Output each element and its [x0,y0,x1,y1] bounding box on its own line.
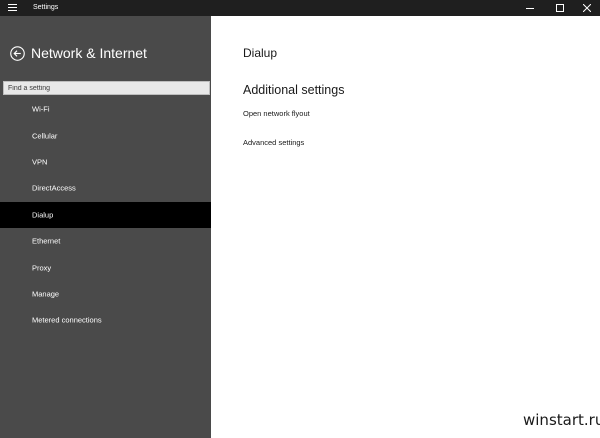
close-button[interactable] [572,0,600,16]
sidebar-item-cellular[interactable]: Cellular [0,122,211,148]
sidebar-item-label: Wi-Fi [32,104,50,114]
section-title: Additional settings [243,83,345,97]
advanced-settings-link[interactable]: Advanced settings [243,138,304,148]
page-title: Dialup [243,46,278,60]
minimize-button[interactable] [515,0,545,16]
sidebar-item-label: Ethernet [32,236,61,246]
sidebar-item-vpn[interactable]: VPN [0,149,211,175]
hamburger-menu-icon[interactable] [8,4,17,12]
sidebar-item-label: Dialup [32,210,54,220]
settings-window: Settings Network & Internet Wi-Fi Cellul… [0,0,600,438]
open-network-flyout-link[interactable]: Open network flyout [243,109,310,119]
close-icon [583,4,591,12]
sidebar-item-label: Proxy [32,263,52,273]
nav-list: Wi-Fi Cellular VPN DirectAccess Dialup E… [0,96,211,334]
sidebar-item-label: DirectAccess [32,183,76,193]
sidebar-item-proxy[interactable]: Proxy [0,254,211,280]
sidebar-item-label: Cellular [32,131,58,141]
sidebar-item-dialup[interactable]: Dialup [0,201,211,228]
main-content: Dialup Additional settings Open network … [211,16,600,438]
sidebar-item-label: Metered connections [32,315,102,325]
sidebar-item-metered-connections[interactable]: Metered connections [0,307,211,333]
sidebar-item-label: Manage [32,289,60,299]
window-title: Settings [33,4,59,11]
back-arrow-icon[interactable] [10,46,25,61]
search-input[interactable] [3,81,210,95]
sidebar-item-manage[interactable]: Manage [0,281,211,307]
sidebar-title: Network & Internet [31,45,147,61]
maximize-button[interactable] [545,0,575,16]
title-bar: Settings [0,0,600,16]
sidebar-item-directaccess[interactable]: DirectAccess [0,175,211,201]
sidebar-item-wifi[interactable]: Wi-Fi [0,96,211,122]
watermark: winstart.ru [523,411,600,429]
sidebar-item-ethernet[interactable]: Ethernet [0,228,211,254]
sidebar-item-label: VPN [32,157,48,167]
sidebar: Network & Internet Wi-Fi Cellular VPN Di… [0,16,211,438]
